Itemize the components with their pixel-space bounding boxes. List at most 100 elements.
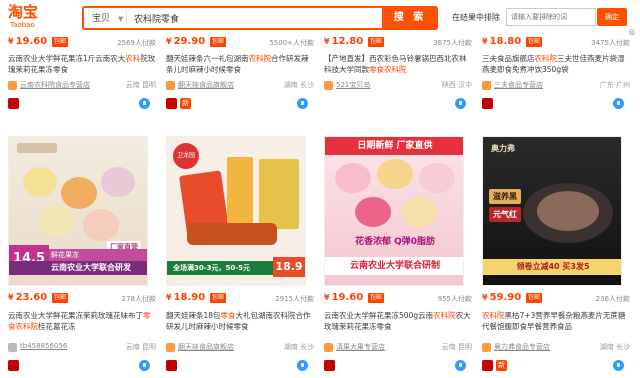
brand-logo: 卫龙园 [173,143,199,169]
divider [126,11,127,25]
free-shipping-badge: 包邮 [210,37,227,47]
free-shipping-badge: 包邮 [368,293,385,303]
chat-icon[interactable] [455,98,466,109]
price-row: ¥29.90 包邮 5500+人付款 [166,36,318,50]
shop-link[interactable]: 翻天娃食品旗舰店 [178,342,234,352]
exclude-input[interactable] [506,8,596,26]
product-title[interactable]: 云南农业大学鲜花果冻茉莉玫瑰花味布丁零食农科院桂花葛花冻 [8,310,156,332]
chat-icon[interactable] [613,360,624,371]
shop-row: 翻天娃食品旗舰店 湖南 长沙 [166,342,318,354]
logo-text: 淘宝 [8,3,39,21]
promo-strip: 云南农业大学联合研制 [325,257,463,275]
location: 湖南 长沙 [283,81,314,89]
jelly-cup [335,163,371,193]
badge-row [166,360,318,374]
price: ¥18.80 [482,36,522,47]
paid-count: 2569人付款 [117,39,156,47]
tmall-icon [8,360,19,371]
product-image[interactable]: 卫龙园 全场满30-3元，50-5元 18.9 [166,136,306,286]
price: ¥23.60 [8,292,48,303]
product-title[interactable]: 云南农业大学鲜花果冻1斤云南农大农科院玫瑰茉莉花果冻零食 [8,53,156,75]
paid-count: 5500+人付款 [269,39,314,47]
paid-count: 2915人付款 [275,295,314,303]
shop-link[interactable]: 521宝贝岛 [336,80,370,90]
jelly-cup [101,167,135,197]
promo-banner: 日期新鲜 厂家直供 [325,137,463,155]
price-tag: 18.9 [273,257,305,277]
product-image[interactable]: 厂家直营 鲜花果冻 14.5 云南农业大学联合研发 [8,136,148,286]
paid-count: 3475人付款 [591,39,630,47]
location: 陕西 汉中 [441,81,472,89]
flavor-badge: 滋养黑 [489,189,521,204]
shop-link[interactable]: 云南农科院食品专营店 [20,80,90,90]
free-shipping-badge: 包邮 [368,37,385,47]
shop-link[interactable]: 奥力弗食品专营店 [494,342,550,352]
shop-icon [482,343,491,352]
chat-icon[interactable] [297,360,308,371]
product-image[interactable]: 日期新鲜 厂家直供 花香浓郁 Q弹0脂肪 云南农业大学联合研制 [324,136,464,286]
product-pack [227,157,253,227]
flavor-badge: 元气红 [489,207,521,222]
shop-row: 翻天娃食品旗舰店 湖南 长沙 [166,80,318,92]
jelly-cup [39,205,75,237]
price: ¥59.90 [482,292,522,303]
product-title[interactable]: 翻天娃辣条18包零食大礼包湖南农科院合作研发儿时麻辣小时候零食 [166,310,314,332]
product-title[interactable]: 三夫食品旗舰店农科院三夫世佳燕麦片袋湿燕麦即食免煮冲饮350g袋 [482,53,630,75]
promo-strip: 领卷立减40 买3发5 [483,259,621,275]
jelly-cup [23,167,57,197]
new-icon: 新 [496,360,507,371]
promo-caption: 花香浓郁 Q弹0脂肪 [354,237,436,247]
price: ¥29.90 [166,36,206,47]
search-button[interactable]: 搜 索 [382,6,438,30]
price-row: ¥23.60 包邮 278人付款 [8,292,160,306]
chat-icon[interactable] [139,98,150,109]
product-title[interactable]: 翻天娃辣条六一礼包湖南农科院合作研发辣条儿时麻辣小时候零食 [166,53,314,75]
promo-strip: 云南农业大学联合研发 [9,261,147,275]
location: 云南 昆明 [441,343,472,351]
taobao-logo[interactable]: 淘宝 Taobao [8,4,56,34]
shop-icon [324,343,333,352]
badge-row [324,98,476,112]
chat-icon[interactable] [297,98,308,109]
free-shipping-badge: 包邮 [526,293,543,303]
shop-icon [482,81,491,90]
price-row: ¥18.90 包邮 2915人付款 [166,292,318,306]
food-pile [187,223,277,245]
shop-row: 滇果大果专营店 云南 昆明 [324,342,476,354]
search-input[interactable] [134,10,374,26]
chat-icon[interactable] [613,98,624,109]
badge-row: 新 [166,98,318,112]
price-row: ¥12.80 包邮 3675人付款 [324,36,476,50]
search-type-label: 宝贝 [92,14,111,24]
shop-link[interactable]: 翻天娃食品旗舰店 [178,80,234,90]
shop-link[interactable]: 滇果大果专营店 [336,342,385,352]
confirm-button[interactable]: 确定 [597,8,627,26]
location: 广东 广州 [599,81,630,89]
product-title[interactable]: 云南农业大学鲜花果冻500g云南农科院农大玫瑰茉莉花果冻零食 [324,310,472,332]
price-row: ¥59.90 包邮 236人付款 [482,292,634,306]
product-title[interactable]: 农科院黑枯7+3营养早餐杂粮燕麦片无蔗糖代餐饱腹即食早餐营养食品 [482,310,630,332]
paid-count: 955人付款 [437,295,472,303]
shop-icon [8,343,17,352]
shop-row: 三夫食品专营店 广东 广州 [482,80,634,92]
jelly-cup [401,197,437,227]
tmall-icon [482,98,493,109]
price-row: ¥19.60 包邮 955人付款 [324,292,476,306]
product-image[interactable]: 奥力弗 滋养黑 元气红 领卷立减40 买3发5 [482,136,622,286]
tmall-icon [166,360,177,371]
jelly-cup [419,163,455,193]
shop-icon [166,343,175,352]
badge-row [8,98,160,112]
badge-row [8,360,160,374]
shop-row: 521宝贝岛 陕西 汉中 [324,80,476,92]
location: 湖南 长沙 [599,343,630,351]
shop-link[interactable]: 三夫食品专营店 [494,80,543,90]
chat-icon[interactable] [455,360,466,371]
lid-decoration [17,143,57,153]
shop-link[interactable]: tb458856056 [20,342,67,350]
free-shipping-badge: 包邮 [52,37,69,47]
product-title[interactable]: 【产地直发】西农彩色马铃薯锅巴西北农林科技大学同款零食农科院 [324,53,472,75]
tmall-icon [166,98,177,109]
search-type-select[interactable]: 宝贝 ▼ [88,11,123,27]
chat-icon[interactable] [139,360,150,371]
